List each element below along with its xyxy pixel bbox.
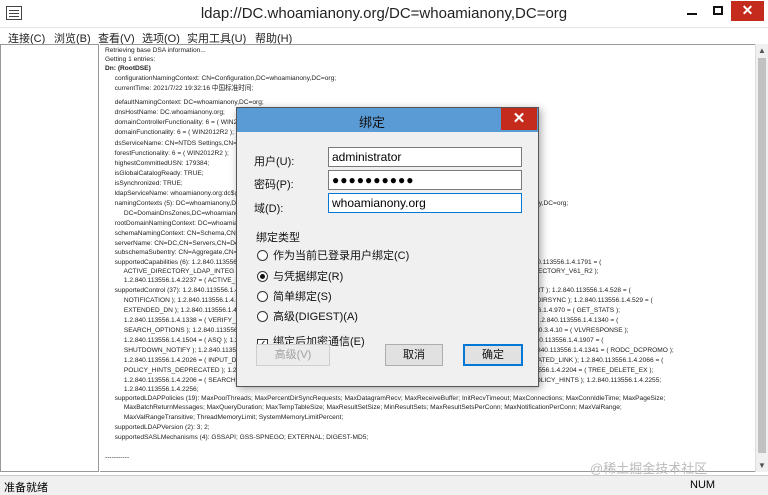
output-line: supportedLDAPPolicies (19): MaxPoolThrea… [100,395,666,402]
scroll-down-icon[interactable]: ▼ [758,461,766,470]
close-button[interactable]: ✕ [731,1,764,21]
output-line: dnsHostName: DC.whoamianony.org; [100,109,225,116]
dialog-title: 绑定 [358,115,385,130]
status-text: 准备就绪 [4,482,48,494]
output-line: Getting 1 entries: [105,56,156,63]
scroll-up-icon[interactable]: ▲ [758,46,766,55]
output-line: 1.2.840.113556.1.4.2256; [100,386,199,393]
output-line: highestCommittedUSN: 179384; [100,160,210,167]
tree-pane[interactable] [0,44,99,472]
output-line: forestFunctionality: 6 = ( WIN2012R2 ); [100,150,229,157]
minimize-button[interactable] [679,1,705,21]
dialog-close-button[interactable]: ✕ [501,108,537,130]
radio-label: 与凭据绑定(R) [273,271,344,283]
maximize-button[interactable] [705,1,731,21]
minimize-icon [687,13,697,15]
output-line: MaxBatchReturnMessages; MaxQueryDuration… [100,404,622,411]
radio-icon [257,291,268,302]
output-line: ----------- [105,454,130,461]
output-line: isSynchronized: TRUE; [100,180,183,187]
bind-dialog: 绑定 ✕ 用户(U): 密码(P): 域(D): 绑定类型 作为当前已登录用户绑… [236,107,539,387]
title-bar: ldap://DC.whoamianony.org/DC=whoamianony… [0,0,768,28]
radio-icon [257,250,268,261]
user-field[interactable] [328,147,522,167]
status-bar: 准备就绪 NUM [0,475,768,495]
radio-advanced-digest[interactable]: 高级(DIGEST)(A) [257,308,358,324]
ok-button[interactable]: 确定 [463,344,523,366]
output-line: supportedSASLMechanisms (4): GSSAPI; GSS… [100,434,369,441]
radio-icon [257,311,268,322]
output-line: currentTime: 2021/7/22 19:32:16 中国标准时间; [100,85,254,92]
maximize-icon [713,6,723,15]
output-line: defaultNamingContext: DC=whoamianony,DC=… [100,99,264,106]
window-title: ldap://DC.whoamianony.org/DC=whoamianony… [200,5,568,22]
advanced-button[interactable]: 高级(V) [256,344,330,366]
output-line: supportedLDAPVersion (2): 3; 2; [100,424,210,431]
dialog-title-bar: 绑定 ✕ [237,108,538,132]
num-lock-indicator: NUM [690,479,716,491]
output-line: Dn: (RootDSE) [105,65,151,72]
radio-simple-bind[interactable]: 简单绑定(S) [257,288,332,304]
output-line: MaxValRangeTransitive; ThreadMemoryLimit… [100,414,344,421]
vertical-scrollbar[interactable]: ▲ ▼ [755,44,768,472]
user-label: 用户(U): [254,156,295,168]
cancel-button[interactable]: 取消 [385,344,443,366]
radio-with-credentials[interactable]: 与凭据绑定(R) [257,268,343,284]
scroll-thumb[interactable] [758,58,766,453]
radio-selected-icon [257,271,268,282]
output-line: isGlobalCatalogReady: TRUE; [100,170,204,177]
password-field[interactable] [328,170,522,190]
radio-label: 高级(DIGEST)(A) [273,311,358,323]
output-line: Retrieving base DSA information... [105,47,206,54]
bind-type-label: 绑定类型 [256,232,300,244]
output-line: configurationNamingContext: CN=Configura… [100,75,337,82]
radio-label: 简单绑定(S) [273,291,332,303]
domain-label: 域(D): [254,203,284,215]
password-label: 密码(P): [254,179,294,191]
radio-current-user[interactable]: 作为当前已登录用户绑定(C) [257,247,409,263]
output-line: domainFunctionality: 6 = ( WIN2012R2 ); [100,129,234,136]
domain-field[interactable] [328,193,522,213]
radio-label: 作为当前已登录用户绑定(C) [273,250,410,262]
